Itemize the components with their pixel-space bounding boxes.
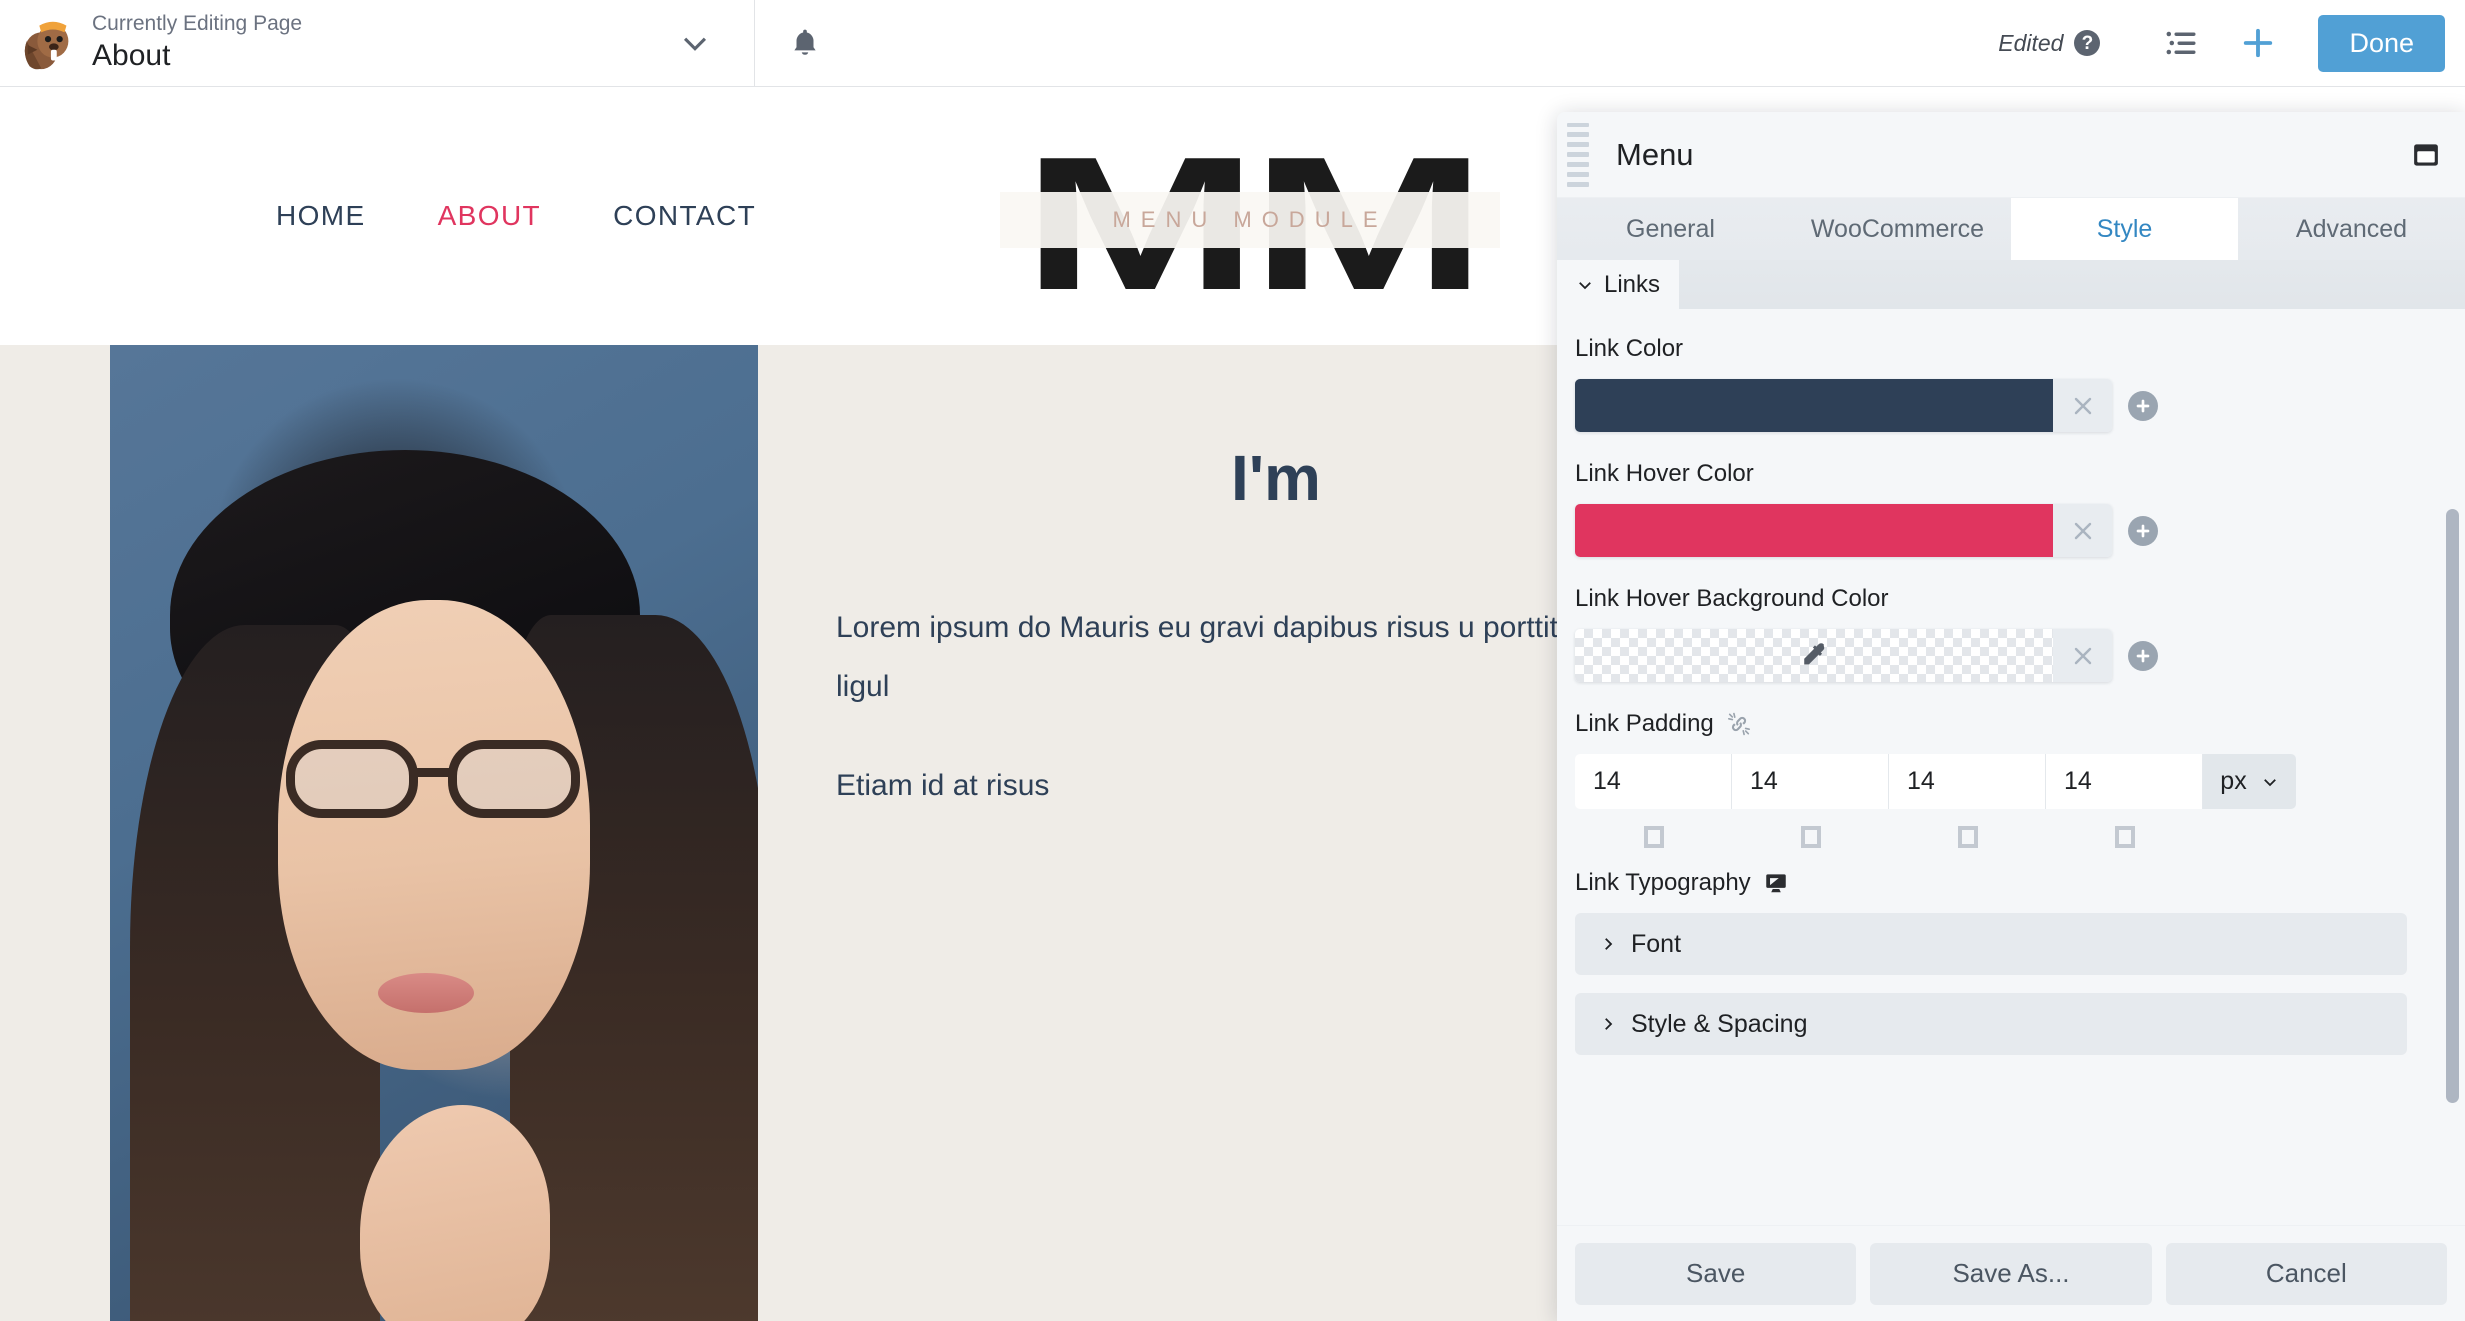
link-color-add-icon[interactable] (2128, 390, 2158, 421)
tab-general[interactable]: General (1557, 198, 1784, 260)
link-hover-bg-color-row (1575, 629, 2407, 682)
padding-bottom-input[interactable] (1889, 754, 2046, 809)
chevron-down-icon (1579, 281, 1591, 289)
padding-left-icon (2114, 826, 2135, 848)
field-link-typography: Link Typography Font Style & Spacing (1575, 869, 2407, 1055)
panel-scroll-area: Link Color Link Hover Color Link Hover B… (1557, 309, 2465, 1225)
hero-photo (110, 345, 758, 1321)
link-padding-label-group: Link Padding (1575, 710, 2407, 738)
admin-toolbar: Currently Editing Page About Edited ? Do… (0, 0, 2465, 87)
site-logo[interactable]: MM MENU MODULE (1000, 129, 1500, 319)
hero-paragraph-1: Lorem ipsum do Mauris eu gravi dapibus r… (836, 611, 1617, 704)
logo-band: MENU MODULE (1000, 192, 1500, 248)
current-page-block[interactable]: Currently Editing Page About (0, 0, 755, 86)
padding-unit-value: px (2220, 767, 2247, 795)
chevron-right-icon (1605, 938, 1613, 950)
link-color-row (1575, 379, 2407, 432)
field-link-padding: Link Padding px (1575, 710, 2407, 859)
padding-side-icons (1575, 815, 2407, 859)
eyedropper-icon (1804, 642, 1825, 664)
panel-fields: Link Color Link Hover Color Link Hover B… (1557, 309, 2465, 1055)
photo-lips (378, 973, 474, 1013)
link-padding-inputs: px (1575, 754, 2465, 809)
done-button[interactable]: Done (2318, 14, 2445, 72)
panel-tabs: General WooCommerce Style Advanced (1557, 198, 2465, 260)
link-hover-color-swatch[interactable] (1575, 504, 2053, 557)
page-title: About (92, 39, 171, 73)
section-tab-label: Links (1603, 270, 1661, 298)
module-settings-panel: Menu General WooCommerce Style Advanced … (1557, 112, 2465, 1321)
logo-band-text: MENU MODULE (1112, 207, 1388, 232)
padding-top-input[interactable] (1575, 754, 1732, 809)
cancel-button[interactable]: Cancel (2165, 1242, 2447, 1305)
link-hover-color-add-icon[interactable] (2128, 515, 2158, 546)
nav-item-about[interactable]: ABOUT (438, 186, 541, 246)
plus-icon[interactable] (2220, 15, 2296, 71)
padding-bottom-icon (1957, 826, 1978, 848)
nav-item-home[interactable]: HOME (276, 186, 366, 246)
field-link-hover-color: Link Hover Color (1575, 460, 2407, 557)
section-tab-links[interactable]: Links (1557, 260, 1679, 309)
field-link-hover-bg-color: Link Hover Background Color (1575, 585, 2407, 682)
link-hover-bg-color-clear-icon[interactable] (2053, 629, 2112, 682)
link-color-swatch[interactable] (1575, 379, 2053, 432)
panel-title: Menu (1616, 136, 1694, 172)
toolbar-actions: Edited ? Done (1998, 0, 2465, 86)
field-link-color: Link Color (1575, 335, 2407, 432)
drag-grip-icon[interactable] (1567, 122, 1603, 187)
chevron-right-icon (1605, 1018, 1613, 1030)
link-hover-color-label: Link Hover Color (1575, 460, 1754, 487)
unlink-icon[interactable] (1726, 711, 1752, 737)
edited-label: Edited (1998, 29, 2064, 56)
link-hover-bg-color-swatch[interactable] (1575, 629, 2053, 682)
link-color-clear-icon[interactable] (2053, 379, 2112, 432)
link-hover-bg-color-add-icon[interactable] (2128, 640, 2158, 671)
photo-glasses (280, 740, 590, 818)
link-hover-bg-color-label: Link Hover Background Color (1575, 585, 1889, 612)
hero-paragraph-2: Etiam id at risus (836, 768, 1050, 802)
save-as-button[interactable]: Save As... (1870, 1242, 2152, 1305)
photo-hand (360, 1105, 550, 1321)
padding-top-icon (1643, 826, 1664, 848)
link-typography-label-group: Link Typography (1575, 869, 2407, 897)
link-padding-label: Link Padding (1575, 710, 1714, 737)
desktop-icon[interactable] (1763, 870, 1789, 896)
beaver-logo-icon (18, 12, 80, 74)
panel-dock-icon[interactable] (2411, 140, 2441, 170)
link-color-label: Link Color (1575, 335, 1684, 362)
nav-item-contact[interactable]: CONTACT (613, 186, 756, 246)
site-navigation: HOME ABOUT CONTACT (0, 186, 828, 246)
padding-right-input[interactable] (1732, 754, 1889, 809)
link-typography-label: Link Typography (1575, 869, 1751, 896)
page-title-group: Currently Editing Page About (92, 11, 302, 75)
help-icon[interactable]: ? (2074, 30, 2101, 56)
link-hover-color-row (1575, 504, 2407, 557)
bell-icon[interactable] (755, 0, 855, 86)
editing-eyebrow: Currently Editing Page (92, 12, 303, 36)
accordion-style-spacing[interactable]: Style & Spacing (1575, 993, 2407, 1055)
panel-footer: Save Save As... Cancel (1557, 1225, 2465, 1321)
tab-style[interactable]: Style (2011, 198, 2238, 260)
outline-list-icon[interactable] (2144, 15, 2220, 71)
accordion-style-spacing-label: Style & Spacing (1631, 1009, 1808, 1038)
edited-status: Edited ? (1998, 29, 2101, 57)
padding-unit-select[interactable]: px (2203, 754, 2296, 809)
link-hover-color-clear-icon[interactable] (2053, 504, 2112, 557)
accordion-font[interactable]: Font (1575, 913, 2407, 975)
tab-advanced[interactable]: Advanced (2238, 198, 2465, 260)
panel-header: Menu (1557, 112, 2465, 198)
chevron-down-icon (2263, 778, 2276, 786)
accordion-font-label: Font (1631, 929, 1682, 958)
panel-section-tabs: Links (1557, 260, 2465, 309)
chevron-down-icon[interactable] (678, 26, 712, 60)
vertical-scrollbar[interactable] (2446, 509, 2459, 1103)
padding-right-icon (1800, 826, 1821, 848)
save-button[interactable]: Save (1575, 1242, 1857, 1305)
padding-left-input[interactable] (2046, 754, 2203, 809)
tab-woocommerce[interactable]: WooCommerce (1784, 198, 2011, 260)
